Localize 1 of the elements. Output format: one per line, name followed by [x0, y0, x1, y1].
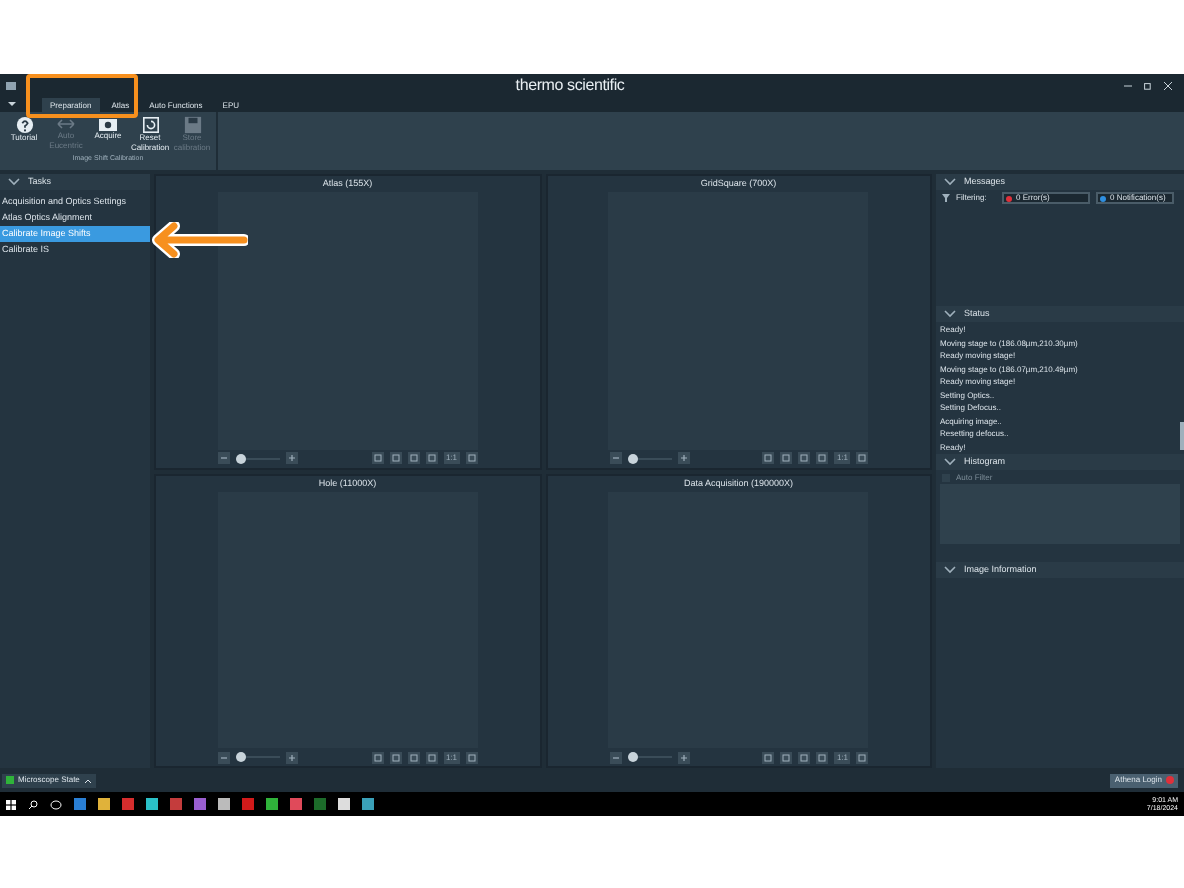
brand-logo: thermo scientific — [515, 73, 625, 97]
